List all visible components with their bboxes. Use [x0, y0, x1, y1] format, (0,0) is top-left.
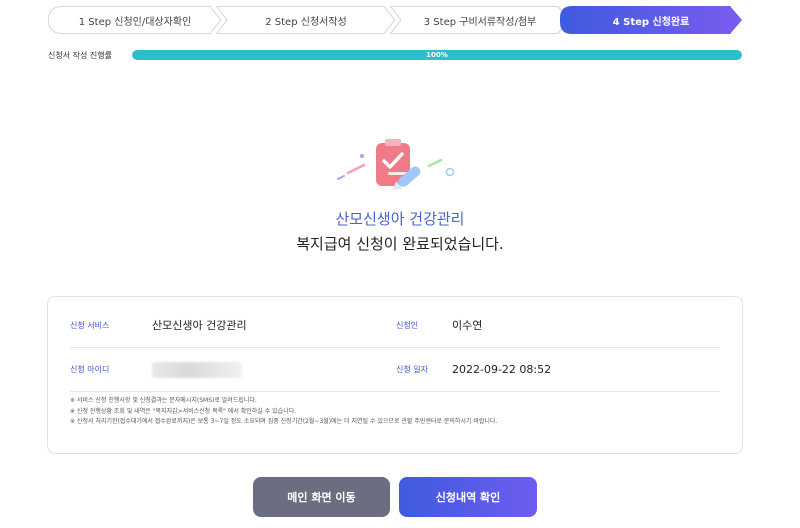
- date-label: 신청 일자: [396, 365, 428, 374]
- notice-item: ※ 서비스 신청 진행사항 및 신청결과는 문자메시지(SMS)로 알려드립니다…: [70, 397, 257, 404]
- progress-bar: 100%: [132, 50, 742, 60]
- document-checked-pen-icon: [330, 136, 460, 196]
- step-3-label: 3 Step 구비서류작성/첨부: [423, 16, 537, 28]
- service-label: 신청 서비스: [70, 321, 110, 330]
- application-summary: 신청 서비스 산모신생아 건강관리 신청인 이수연 신청 아이디 신청 일자 2…: [47, 296, 743, 454]
- main-screen-button[interactable]: 메인 화면 이동: [253, 477, 390, 517]
- step-4: 4 Step 신청완료: [560, 6, 742, 34]
- summary-row-service: 신청 서비스 산모신생아 건강관리 신청인 이수연: [70, 304, 720, 348]
- notice-item: ※ 신청서 처리기한(접수대기에서 접수완료까지)은 보통 3~7일 정도 소요…: [70, 418, 498, 425]
- step-3: 3 Step 구비서류작성/첨부: [390, 6, 570, 34]
- step-indicator: 1 Step 신청인/대상자확인 2 Step 신청서작성 3 Step 구비서…: [48, 6, 742, 34]
- step-2-label: 2 Step 신청서작성: [265, 16, 347, 28]
- applicant-label: 신청인: [396, 321, 419, 330]
- completion-message: 복지급여 신청이 완료되었습니다.: [296, 235, 504, 253]
- step-1-label: 1 Step 신청인/대상자확인: [78, 16, 192, 28]
- notice-list: ※ 서비스 신청 진행사항 및 신청결과는 문자메시지(SMS)로 알려드립니다…: [70, 396, 720, 428]
- step-4-label: 4 Step 신청완료: [612, 16, 690, 28]
- service-title: 산모신생아 건강관리: [335, 210, 465, 228]
- date-value: 2022-09-22 08:52: [452, 363, 552, 376]
- step-1: 1 Step 신청인/대상자확인: [48, 6, 222, 34]
- step-2: 2 Step 신청서작성: [216, 6, 396, 34]
- service-value: 산모신생아 건강관리: [152, 319, 247, 332]
- applicant-value: 이수연: [452, 319, 483, 332]
- progress-label: 신청서 작성 진행률: [48, 51, 112, 60]
- summary-row-id: 신청 아이디 신청 일자 2022-09-22 08:52: [70, 348, 720, 392]
- view-history-button[interactable]: 신청내역 확인: [399, 477, 537, 517]
- progress-percent: 100%: [426, 51, 448, 59]
- id-label: 신청 아이디: [70, 365, 110, 374]
- notice-item: ※ 신청 진행상황 조회 및 내역은 "복지지갑>서비스신청 목록" 에서 확인…: [70, 407, 297, 415]
- redacted-id-value: [152, 362, 242, 378]
